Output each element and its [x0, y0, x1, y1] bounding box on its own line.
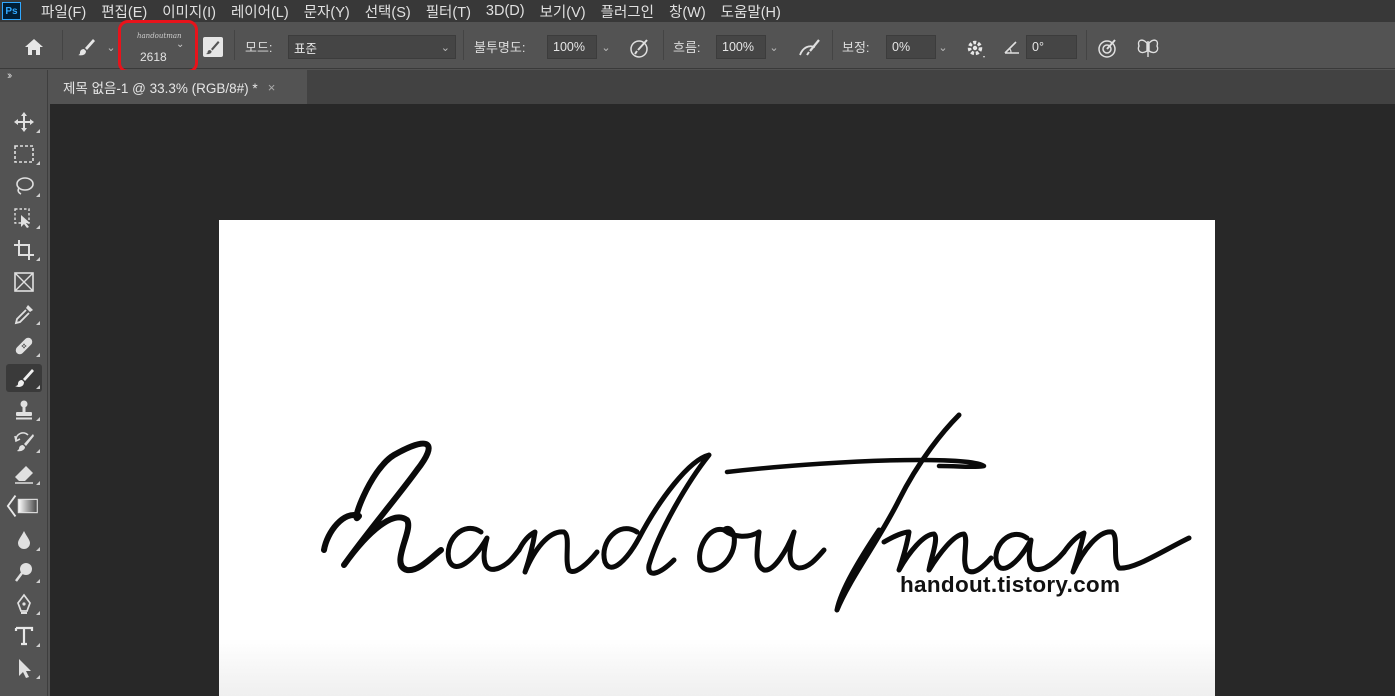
menu-bar: Ps 파일(F) 편집(E) 이미지(I) 레이어(L) 문자(Y) 선택(S)… [0, 0, 1395, 22]
pressure-size-icon[interactable] [1095, 35, 1121, 61]
healing-brush-tool[interactable] [6, 332, 42, 360]
close-icon[interactable]: × [268, 80, 276, 95]
document-tab-bar: 제목 없음-1 @ 33.3% (RGB/8#) * × [50, 70, 1395, 104]
chevron-down-icon[interactable]: ⌄ [597, 35, 615, 59]
type-tool[interactable] [6, 622, 42, 650]
brush-size-value: 2618 [140, 50, 167, 64]
stamp-tool[interactable] [6, 396, 42, 424]
gear-icon[interactable] [962, 35, 988, 61]
frame-tool[interactable] [6, 268, 42, 296]
angle-value: 0° [1032, 40, 1044, 54]
menu-layer[interactable]: 레이어(L) [231, 1, 289, 22]
separator [1086, 30, 1087, 60]
marquee-tool[interactable] [6, 140, 42, 168]
crop-tool[interactable] [6, 236, 42, 264]
gradient-tool[interactable] [6, 492, 42, 520]
smoothing-label: 보정: [842, 40, 870, 55]
dodge-tool[interactable] [6, 558, 42, 586]
separator [234, 30, 235, 60]
menu-help[interactable]: 도움말(H) [721, 1, 781, 22]
eraser-tool[interactable] [6, 460, 42, 488]
flow-value: 100% [722, 40, 754, 54]
brush-preset-picker[interactable]: handoutman 2618 ⌄ [118, 20, 198, 73]
handoutman-signature [321, 412, 1192, 613]
tools-panel: ›› [0, 70, 48, 696]
brush-tool-preset-icon[interactable] [73, 34, 99, 60]
history-brush-tool[interactable] [6, 428, 42, 456]
pen-tool[interactable] [6, 590, 42, 618]
document-tab[interactable]: 제목 없음-1 @ 33.3% (RGB/8#) * × [50, 70, 307, 104]
separator [62, 30, 63, 60]
options-bar: ⌄ handoutman 2618 ⌄ 모드: 표준 ⌄ 불투명도: 100% … [0, 20, 1395, 73]
menu-file[interactable]: 파일(F) [41, 1, 86, 22]
menu-image[interactable]: 이미지(I) [162, 1, 216, 22]
opacity-label: 불투명도: [474, 40, 526, 55]
path-selection-tool[interactable] [6, 654, 42, 682]
menu-window[interactable]: 창(W) [669, 1, 706, 22]
flow-label: 흐름: [673, 40, 701, 55]
collapse-panel-icon[interactable]: ›› [7, 70, 13, 82]
menu-type[interactable]: 문자(Y) [304, 1, 350, 22]
menu-plugins[interactable]: 플러그인 [601, 1, 654, 22]
angle-input[interactable]: 0° [1026, 35, 1077, 59]
smoothing-input[interactable]: 0% [886, 35, 936, 59]
pressure-opacity-icon[interactable] [627, 35, 653, 61]
chevron-down-icon[interactable]: ⌄ [934, 35, 952, 59]
brush-tool[interactable] [6, 364, 42, 392]
separator [463, 30, 464, 60]
menu-3d[interactable]: 3D(D) [486, 3, 525, 19]
brush-preview: handoutman [137, 32, 182, 40]
document-canvas[interactable]: handout.tistory.com [219, 220, 1215, 696]
mode-value: 표준 [294, 41, 318, 56]
mode-select[interactable]: 표준 ⌄ [288, 35, 456, 59]
object-selection-tool[interactable] [6, 204, 42, 232]
eyedropper-tool[interactable] [6, 300, 42, 328]
flow-input[interactable]: 100% [716, 35, 766, 59]
chevron-down-icon: ⌄ [440, 41, 450, 54]
opacity-value: 100% [553, 40, 585, 54]
angle-icon [1001, 35, 1023, 59]
lasso-tool[interactable] [6, 172, 42, 200]
separator [832, 30, 833, 60]
symmetry-butterfly-icon[interactable] [1134, 35, 1162, 61]
menu-select[interactable]: 선택(S) [365, 1, 411, 22]
photoshop-logo: Ps [2, 2, 21, 20]
chevron-down-icon: ⌄ [176, 39, 185, 50]
document-title: 제목 없음-1 @ 33.3% (RGB/8#) * [63, 81, 258, 96]
move-tool[interactable] [6, 108, 42, 136]
menu-filter[interactable]: 필터(T) [426, 1, 471, 22]
opacity-input[interactable]: 100% [547, 35, 597, 59]
brush-settings-panel-icon[interactable] [201, 35, 225, 59]
url-watermark-text: handout.tistory.com [900, 572, 1121, 597]
smoothing-value: 0% [892, 40, 911, 54]
separator [663, 30, 664, 60]
airbrush-icon[interactable] [796, 35, 824, 61]
menu-view[interactable]: 보기(V) [540, 1, 586, 22]
blur-tool[interactable] [6, 526, 42, 554]
menu-edit[interactable]: 편집(E) [101, 1, 147, 22]
home-icon[interactable] [20, 34, 48, 60]
mode-label: 모드: [245, 40, 273, 55]
chevron-down-icon[interactable]: ⌄ [765, 35, 783, 59]
